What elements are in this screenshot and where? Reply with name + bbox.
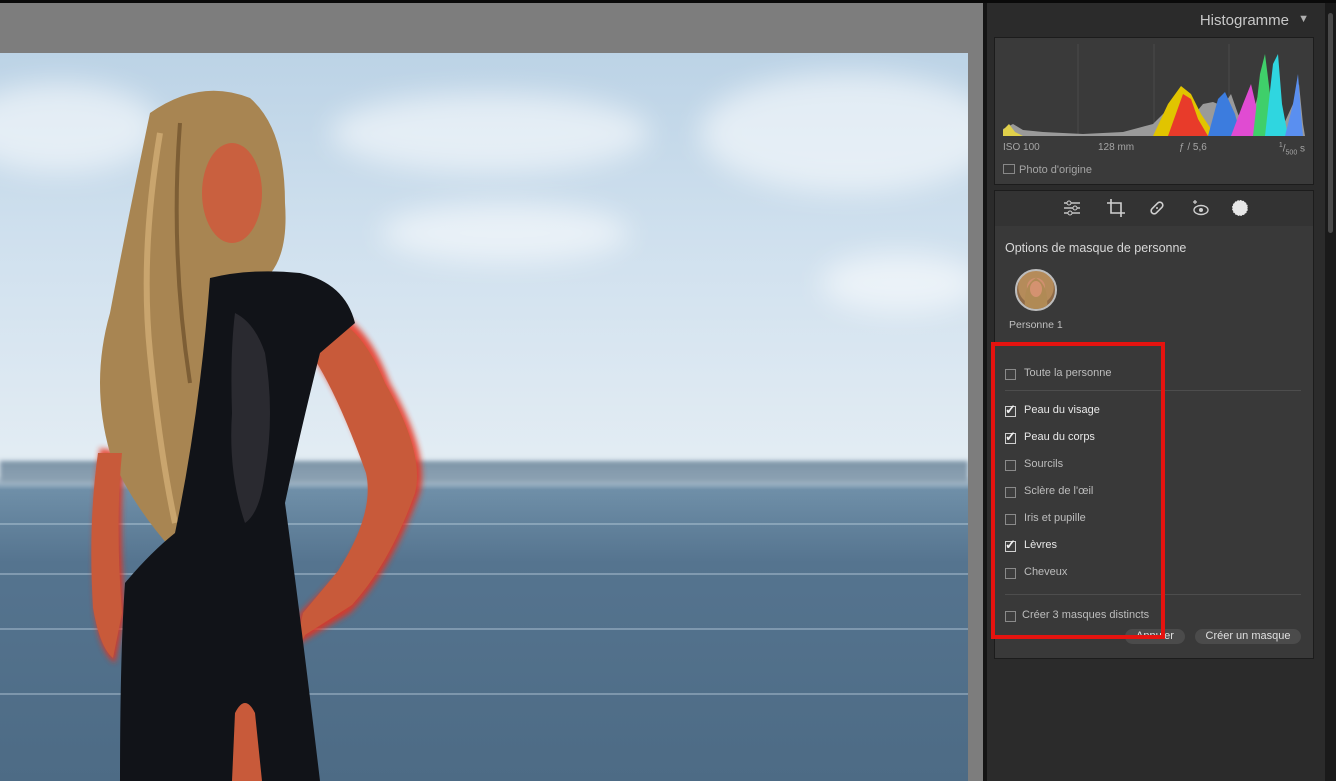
histogram-box[interactable]: ▲ ▲ ISO 100 128 mm ƒ / 5,6 1/500 s Photo…: [994, 37, 1314, 185]
iso-value: ISO 100: [1003, 142, 1040, 153]
mask-options-title: Options de masque de personne: [1005, 241, 1187, 255]
photo-preview[interactable]: [0, 53, 968, 781]
create-mask-button[interactable]: Créer un masque: [1195, 629, 1301, 644]
histogram-header[interactable]: Histogramme ▼: [987, 3, 1325, 37]
focal-length: 128 mm: [1098, 142, 1135, 153]
person-avatar-icon: [1024, 278, 1048, 309]
original-photo-toggle[interactable]: Photo d'origine: [1003, 164, 1092, 176]
panel-scrollbar[interactable]: [1325, 3, 1336, 781]
edit-sliders-icon[interactable]: [1062, 198, 1082, 218]
masking-icon[interactable]: [1230, 198, 1250, 218]
crop-icon[interactable]: [1106, 198, 1126, 218]
histogram-graph: [1003, 44, 1305, 136]
triangle-down-icon[interactable]: ▼: [1298, 13, 1309, 25]
red-eye-icon[interactable]: [1191, 198, 1211, 218]
highlight-annotation-box: [991, 342, 1165, 639]
tool-strip: [994, 190, 1314, 227]
original-photo-label: Photo d'origine: [1019, 164, 1093, 176]
person-figure: [91, 90, 422, 781]
scrollbar-thumb[interactable]: [1328, 13, 1333, 233]
aperture: ƒ / 5,6: [1179, 142, 1207, 153]
image-canvas[interactable]: [0, 3, 983, 781]
histogram-title: Histogramme: [1199, 12, 1289, 29]
person-1-label: Personne 1: [1009, 319, 1063, 331]
person-1-thumbnail[interactable]: [1015, 269, 1057, 311]
healing-icon[interactable]: [1147, 198, 1167, 218]
checkbox-icon[interactable]: [1003, 164, 1015, 174]
shutter-speed: 1/500 s: [1278, 142, 1305, 157]
